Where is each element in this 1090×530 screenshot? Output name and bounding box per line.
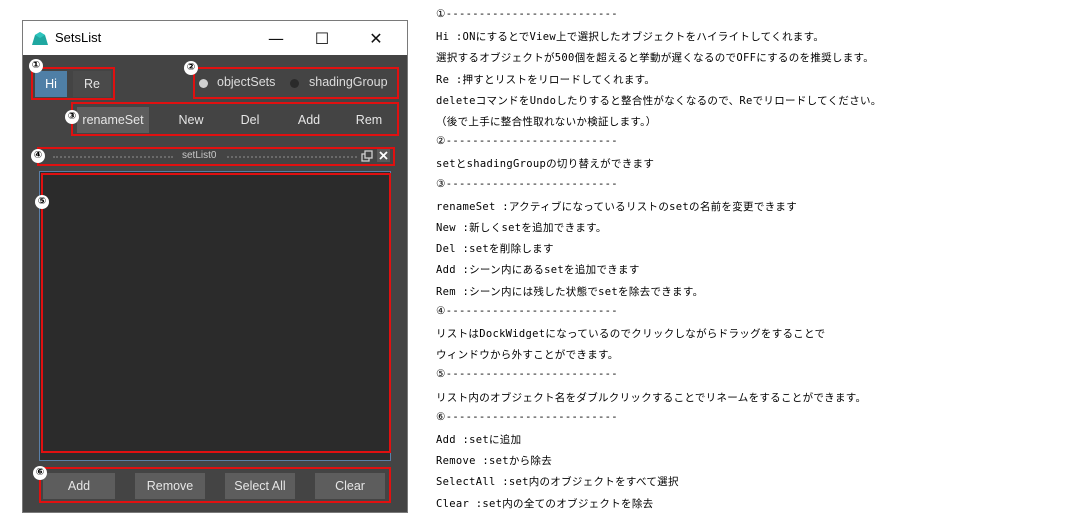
note-line: ②-------------------------- xyxy=(436,135,618,148)
note-line: ウィンドウから外すことができます。 xyxy=(436,349,619,362)
highlight-box-3 xyxy=(71,102,399,136)
note-line: Remove :setから除去 xyxy=(436,455,553,468)
note-line: Clear :set内の全てのオブジェクトを除去 xyxy=(436,497,654,510)
highlight-box-1 xyxy=(31,67,115,100)
app-icon xyxy=(32,32,48,45)
note-line: （後で上手に整合性取れないか検証します。） xyxy=(436,116,657,128)
note-line: ③-------------------------- xyxy=(436,177,618,190)
note-line: deleteコマンドをUndoしたりすると整合性がなくなるので、Reでリロードし… xyxy=(436,94,882,107)
highlight-box-6 xyxy=(39,467,391,503)
title-bar[interactable]: SetsList — ☐ ✕ xyxy=(23,21,407,55)
highlight-box-2 xyxy=(193,67,399,99)
note-line: SelectAll :set内のオブジェクトをすべて選択 xyxy=(436,476,679,489)
window-title: SetsList xyxy=(55,30,102,45)
note-line: New :新しくsetを追加できます。 xyxy=(436,222,607,234)
marker-6: ⑥ xyxy=(33,466,47,480)
note-line: Rem :シーン内には残した状態でsetを除去できます。 xyxy=(436,285,704,298)
maximize-icon[interactable]: ☐ xyxy=(299,21,345,55)
note-line: Add :setに追加 xyxy=(436,434,522,446)
highlight-box-4 xyxy=(37,147,395,166)
note-line: setとshadingGroupの切り替えができます xyxy=(436,158,655,171)
note-line: リストはDockWidgetになっているのでクリックしながらドラッグをすることで xyxy=(436,328,826,340)
note-line: ⑥-------------------------- xyxy=(436,410,618,423)
highlight-box-5 xyxy=(41,173,391,453)
marker-2: ② xyxy=(184,61,198,75)
marker-3: ③ xyxy=(65,110,79,124)
note-line: Hi :ONにするとでView上で選択したオブジェクトをハイライトしてくれます。 xyxy=(436,31,825,44)
setslist-window: SetsList — ☐ ✕ Hi Re ① objectSets shadin… xyxy=(22,20,408,513)
minimize-icon[interactable]: — xyxy=(253,21,299,55)
note-line: ⑤-------------------------- xyxy=(436,368,618,381)
note-line: Add :シーン内にあるsetを追加できます xyxy=(436,264,640,277)
note-line: renameSet :アクティブになっているリストのsetの名前を変更できます xyxy=(436,200,798,213)
marker-5: ⑤ xyxy=(35,195,49,209)
note-line: Re :押すとリストをリロードしてくれます。 xyxy=(436,73,656,86)
note-line: リスト内のオブジェクト名をダブルクリックすることでリネームをすることができます。 xyxy=(436,391,867,404)
note-line: ①-------------------------- xyxy=(436,8,618,20)
marker-4: ④ xyxy=(31,149,45,163)
note-line: Del :setを削除します xyxy=(436,243,554,256)
close-icon[interactable]: ✕ xyxy=(353,21,399,55)
marker-1: ① xyxy=(29,59,43,73)
note-line: ④-------------------------- xyxy=(436,304,618,317)
note-line: 選択するオブジェクトが500個を超えると挙動が遅くなるのでOFFにするのを推奨し… xyxy=(436,52,875,65)
